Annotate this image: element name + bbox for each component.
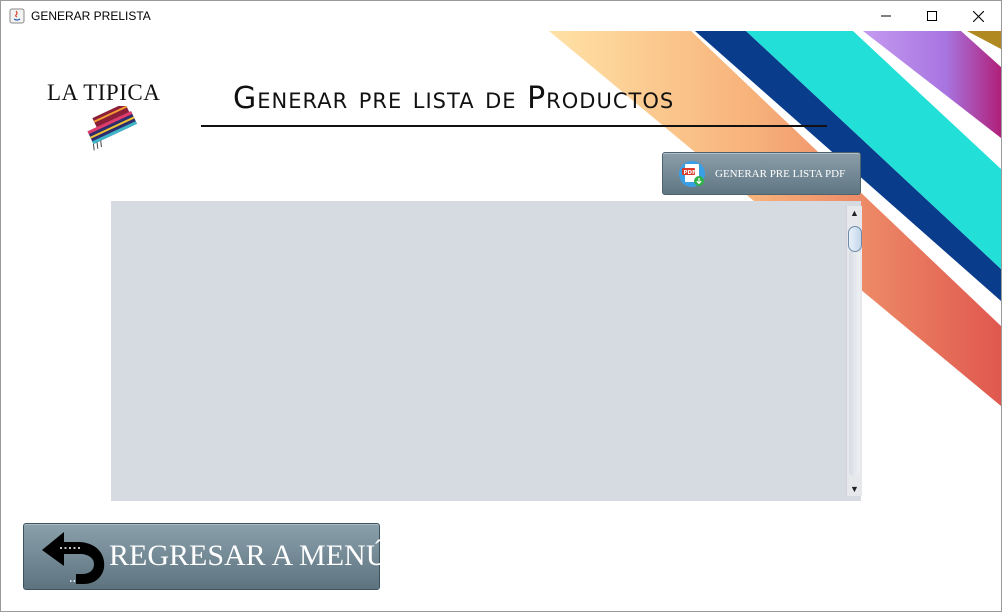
product-list-panel[interactable] (111, 201, 861, 501)
main-content: LA TIPICA Generar pre lista de Productos (1, 1, 1001, 611)
generate-pdf-label: GENERAR PRE LISTA PDF (715, 168, 846, 180)
title-underline (201, 125, 827, 127)
scroll-track[interactable] (849, 250, 860, 476)
page-title: Generar pre lista de Productos (233, 81, 675, 116)
scarf-logo-icon (87, 106, 137, 151)
generate-pdf-button[interactable]: PDF GENERAR PRE LISTA PDF (662, 152, 861, 195)
back-to-menu-button[interactable]: REGRESAR A MENÚ (23, 523, 387, 590)
vertical-scrollbar[interactable]: ▲ ▼ (846, 206, 862, 496)
scroll-thumb[interactable] (848, 226, 862, 252)
pdf-download-icon: PDF (679, 161, 705, 187)
logo-text: LA TIPICA (47, 80, 161, 105)
back-arrow-icon (42, 532, 105, 584)
app-window: GENERAR PRELISTA LA TIPICA Generar pre l… (0, 0, 1002, 612)
scroll-up-arrow[interactable]: ▲ (847, 206, 862, 220)
scroll-down-arrow[interactable]: ▼ (847, 482, 862, 496)
svg-text:PDF: PDF (684, 170, 697, 176)
back-to-menu-label: REGRESAR A MENÚ (109, 539, 388, 572)
